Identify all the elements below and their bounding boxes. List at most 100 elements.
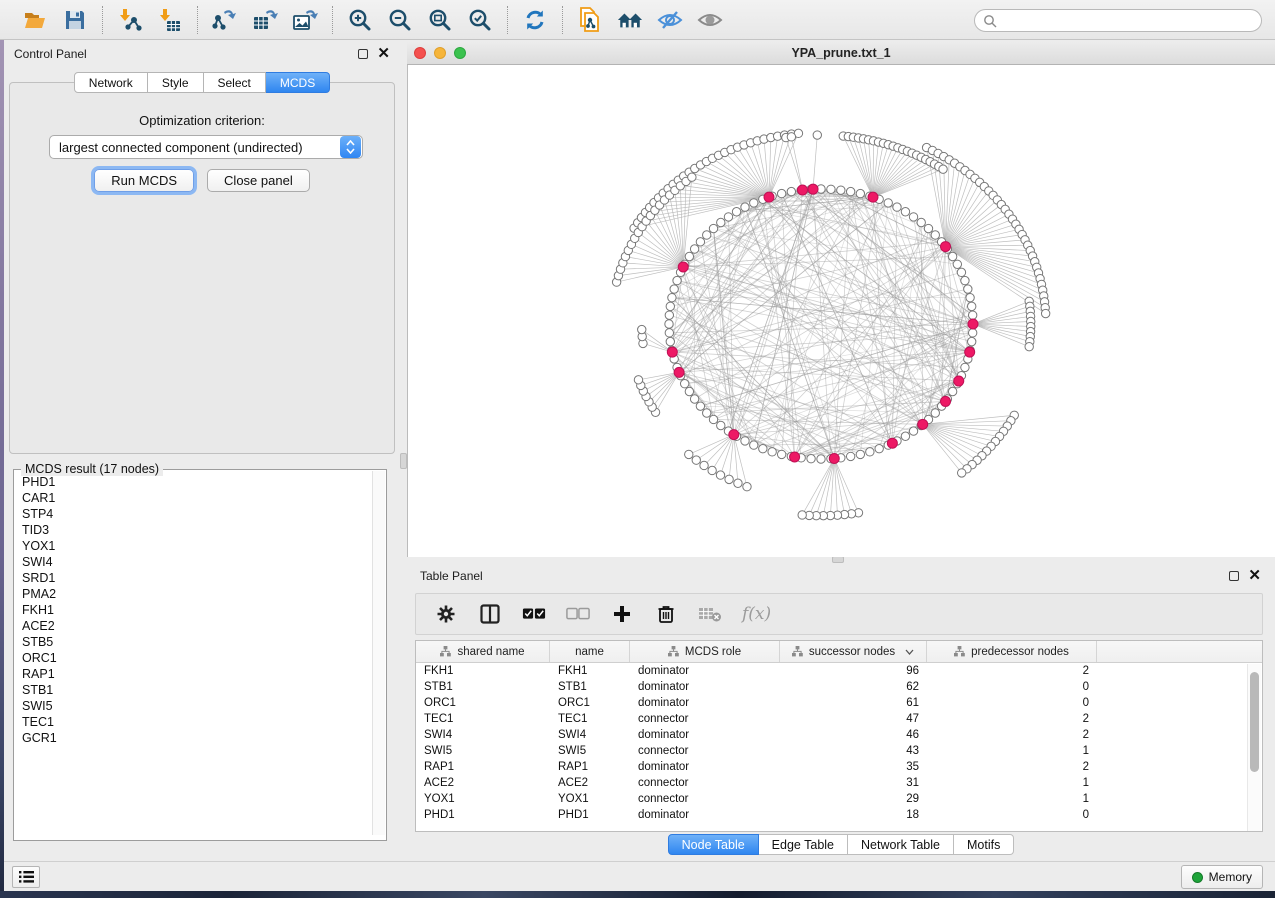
result-node[interactable]: YOX1	[22, 538, 370, 554]
column-header-predecessor-nodes[interactable]: predecessor nodes	[927, 641, 1097, 662]
result-node[interactable]: TEC1	[22, 714, 370, 730]
column-layout-icon[interactable]	[478, 602, 502, 626]
result-node[interactable]: SWI5	[22, 698, 370, 714]
result-node[interactable]: STB5	[22, 634, 370, 650]
list-icon	[19, 871, 34, 883]
table-header: shared namenameMCDS rolesuccessor nodesp…	[416, 641, 1262, 663]
home-icon[interactable]	[617, 7, 643, 33]
result-node[interactable]: FKH1	[22, 602, 370, 618]
table-row[interactable]: SWI4SWI4dominator462	[416, 727, 1249, 743]
result-node[interactable]: GCR1	[22, 730, 370, 746]
save-icon[interactable]	[62, 7, 88, 33]
result-node[interactable]: CAR1	[22, 490, 370, 506]
cell-shared-name: ORC1	[416, 697, 550, 709]
result-node[interactable]: PHD1	[22, 474, 370, 490]
table-panel-title: Table Panel	[420, 569, 483, 583]
tab-network-table[interactable]: Network Table	[848, 834, 954, 855]
search-box[interactable]	[974, 9, 1262, 32]
select-all-icon[interactable]	[522, 602, 546, 626]
cell-successor-nodes: 61	[780, 697, 927, 709]
vertical-splitter-handle[interactable]	[400, 453, 407, 469]
result-node[interactable]: SWI4	[22, 554, 370, 570]
tab-node-table[interactable]: Node Table	[668, 834, 759, 855]
cell-successor-nodes: 18	[780, 809, 927, 821]
tab-motifs[interactable]: Motifs	[954, 834, 1014, 855]
task-history-button[interactable]	[12, 866, 40, 888]
cell-predecessor-nodes: 1	[927, 777, 1097, 789]
search-input[interactable]	[1002, 14, 1242, 28]
add-column-icon[interactable]	[610, 602, 634, 626]
table-row[interactable]: RAP1RAP1dominator352	[416, 759, 1249, 775]
table-row[interactable]: STB1STB1dominator620	[416, 679, 1249, 695]
memory-button[interactable]: Memory	[1181, 865, 1263, 889]
close-panel-icon[interactable]: ✕	[377, 49, 390, 59]
tab-mcds[interactable]: MCDS	[266, 72, 330, 93]
network-window-titlebar[interactable]: YPA_prune.txt_1	[407, 42, 1275, 65]
table-tabs: Node TableEdge TableNetwork TableMotifs	[407, 834, 1275, 855]
show-panel-icon[interactable]	[697, 7, 723, 33]
column-header-shared-name[interactable]: shared name	[416, 641, 550, 662]
cell-MCDS-role: connector	[630, 793, 780, 805]
desktop-wallpaper-bottom	[0, 891, 1275, 898]
column-header-name[interactable]: name	[550, 641, 630, 662]
run-mcds-button[interactable]: Run MCDS	[94, 169, 194, 192]
vertical-splitter[interactable]	[400, 41, 407, 861]
result-scrollbar[interactable]	[372, 471, 385, 835]
result-node[interactable]: PMA2	[22, 586, 370, 602]
result-node[interactable]: STP4	[22, 506, 370, 522]
zoom-out-icon[interactable]	[387, 7, 413, 33]
delete-table-icon[interactable]	[698, 602, 722, 626]
cell-MCDS-role: dominator	[630, 761, 780, 773]
criterion-dropdown[interactable]: largest connected component (undirected)	[49, 135, 363, 159]
table-row[interactable]: ORC1ORC1dominator610	[416, 695, 1249, 711]
result-node[interactable]: RAP1	[22, 666, 370, 682]
horizontal-splitter-handle[interactable]	[832, 556, 844, 563]
column-header-MCDS-role[interactable]: MCDS role	[630, 641, 780, 662]
deselect-all-icon[interactable]	[566, 602, 590, 626]
settings-gear-icon[interactable]	[434, 602, 458, 626]
network-canvas[interactable]	[407, 65, 1275, 557]
delete-column-icon[interactable]	[654, 602, 678, 626]
clone-network-icon[interactable]	[577, 7, 603, 33]
open-file-icon[interactable]	[22, 7, 48, 33]
tab-network[interactable]: Network	[74, 72, 148, 93]
zoom-selected-icon[interactable]	[467, 7, 493, 33]
close-table-panel-icon[interactable]: ✕	[1248, 571, 1261, 581]
result-node[interactable]: SRD1	[22, 570, 370, 586]
import-table-icon[interactable]	[157, 7, 183, 33]
close-panel-button[interactable]: Close panel	[207, 169, 310, 192]
result-node[interactable]: STB1	[22, 682, 370, 698]
tab-edge-table[interactable]: Edge Table	[759, 834, 848, 855]
export-table-icon[interactable]	[252, 7, 278, 33]
table-row[interactable]: PHD1PHD1dominator180	[416, 807, 1249, 823]
export-network-icon[interactable]	[212, 7, 238, 33]
float-table-panel-icon[interactable]	[1229, 571, 1239, 581]
cell-predecessor-nodes: 0	[927, 681, 1097, 693]
export-image-icon[interactable]	[292, 7, 318, 33]
memory-status-icon	[1192, 872, 1203, 883]
mcds-result-list[interactable]: PHD1CAR1STP4TID3YOX1SWI4SRD1PMA2FKH1ACE2…	[15, 474, 370, 834]
table-row[interactable]: FKH1FKH1dominator962	[416, 663, 1249, 679]
table-row[interactable]: TEC1TEC1connector472	[416, 711, 1249, 727]
refresh-icon[interactable]	[522, 7, 548, 33]
column-header-successor-nodes[interactable]: successor nodes	[780, 641, 927, 662]
cell-shared-name: YOX1	[416, 793, 550, 805]
table-scrollbar-thumb[interactable]	[1250, 672, 1259, 772]
import-network-icon[interactable]	[117, 7, 143, 33]
table-row[interactable]: SWI5SWI5connector431	[416, 743, 1249, 759]
hide-panel-icon[interactable]	[657, 7, 683, 33]
tab-select[interactable]: Select	[204, 72, 266, 93]
zoom-in-icon[interactable]	[347, 7, 373, 33]
table-scrollbar[interactable]	[1247, 664, 1261, 831]
function-builder-icon[interactable]: f(x)	[742, 604, 771, 624]
tab-style[interactable]: Style	[148, 72, 204, 93]
float-panel-icon[interactable]	[358, 49, 368, 59]
result-node[interactable]: ORC1	[22, 650, 370, 666]
cell-predecessor-nodes: 0	[927, 697, 1097, 709]
result-node[interactable]: ACE2	[22, 618, 370, 634]
table-row[interactable]: ACE2ACE2connector311	[416, 775, 1249, 791]
table-row[interactable]: YOX1YOX1connector291	[416, 791, 1249, 807]
cell-name: SWI5	[550, 745, 630, 757]
result-node[interactable]: TID3	[22, 522, 370, 538]
zoom-fit-icon[interactable]	[427, 7, 453, 33]
